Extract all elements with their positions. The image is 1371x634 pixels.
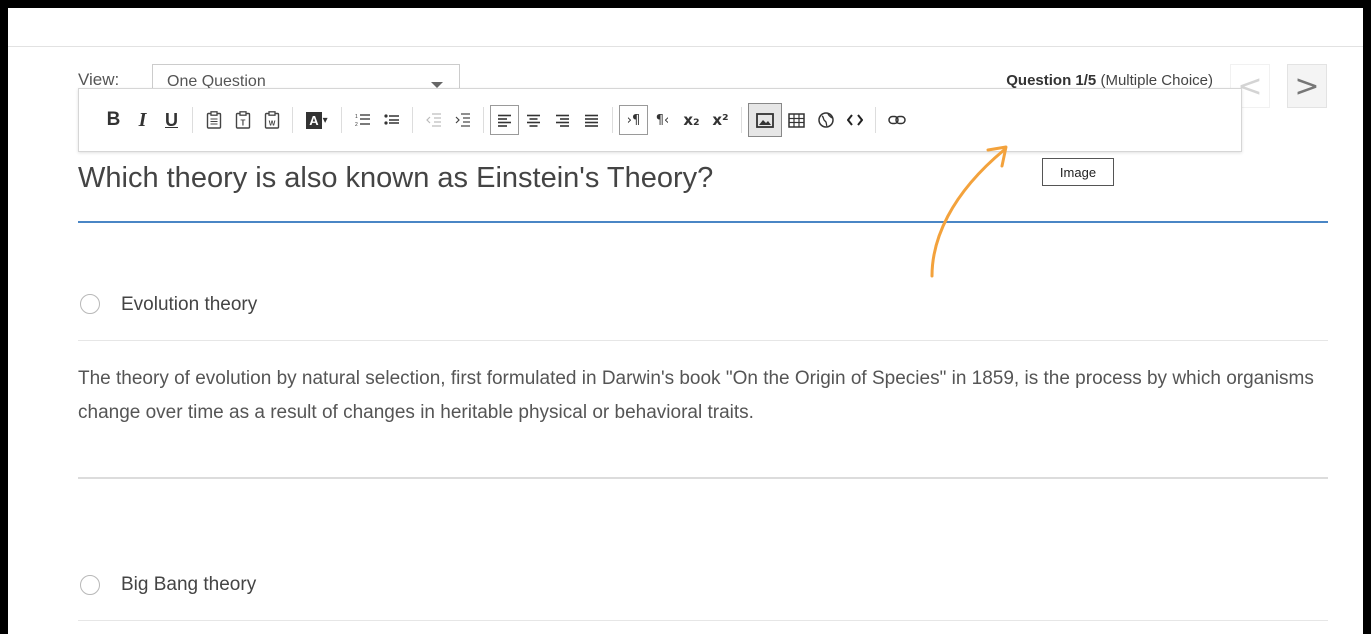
toolbar-divider bbox=[875, 107, 876, 133]
align-right-icon[interactable] bbox=[548, 105, 577, 135]
svg-text:W: W bbox=[268, 121, 275, 128]
align-left-icon[interactable] bbox=[490, 105, 519, 135]
svg-text:2: 2 bbox=[355, 122, 358, 128]
text-direction-rtl-icon[interactable]: ¶‹ bbox=[648, 105, 677, 135]
toolbar-divider bbox=[412, 107, 413, 133]
font-color-button[interactable]: A ▾ bbox=[299, 105, 335, 135]
chevron-right-icon: > bbox=[1294, 68, 1320, 104]
paste-icon[interactable] bbox=[199, 105, 228, 135]
answer-explanation: The theory of evolution by natural selec… bbox=[78, 368, 1314, 423]
bullet-list-icon[interactable] bbox=[377, 105, 406, 135]
toolbar-divider bbox=[741, 107, 742, 133]
question-underline bbox=[78, 221, 1328, 223]
toolbar-divider bbox=[341, 107, 342, 133]
paste-word-icon[interactable]: W bbox=[257, 105, 286, 135]
header-divider bbox=[8, 46, 1363, 47]
question-info: Question 1/5 (Multiple Choice) bbox=[1006, 72, 1213, 89]
toolbar-divider bbox=[483, 107, 484, 133]
image-icon[interactable] bbox=[748, 103, 782, 137]
answer-label: Big Bang theory bbox=[121, 574, 257, 595]
question-type: (Multiple Choice) bbox=[1100, 72, 1213, 89]
view-label: View: bbox=[78, 70, 120, 89]
align-center-icon[interactable] bbox=[519, 105, 548, 135]
indent-icon[interactable] bbox=[448, 105, 477, 135]
source-code-icon[interactable] bbox=[840, 105, 869, 135]
italic-button[interactable]: I bbox=[128, 105, 157, 135]
align-justify-icon[interactable] bbox=[577, 105, 606, 135]
explanation-divider bbox=[78, 477, 1328, 479]
globe-icon[interactable] bbox=[811, 105, 840, 135]
table-icon[interactable] bbox=[782, 105, 811, 135]
bold-button[interactable]: B bbox=[99, 105, 128, 135]
answer-radio[interactable] bbox=[80, 294, 100, 314]
answer-divider bbox=[78, 620, 1328, 621]
answer-radio[interactable] bbox=[80, 575, 100, 595]
answer-label: Evolution theory bbox=[121, 294, 258, 315]
svg-text:T: T bbox=[240, 119, 245, 128]
toolbar-divider bbox=[192, 107, 193, 133]
subscript-icon[interactable]: x₂ bbox=[677, 105, 706, 135]
paste-text-icon[interactable]: T bbox=[228, 105, 257, 135]
font-color-icon: A bbox=[306, 111, 322, 129]
next-question-button[interactable]: > bbox=[1287, 64, 1327, 108]
superscript-icon[interactable]: x² bbox=[706, 105, 735, 135]
underline-button[interactable]: U bbox=[157, 105, 186, 135]
numbered-list-icon[interactable]: 12 bbox=[348, 105, 377, 135]
question-number: Question 1/5 bbox=[1006, 72, 1097, 89]
svg-text:1: 1 bbox=[355, 114, 358, 120]
question-title[interactable]: Which theory is also known as Einstein's… bbox=[78, 162, 713, 195]
answer-divider bbox=[78, 340, 1328, 341]
editor-toolbar: B I U T W A ▾ 12 ›¶ ¶‹ x₂ x² bbox=[78, 88, 1242, 152]
image-tooltip: Image bbox=[1042, 158, 1114, 186]
text-direction-ltr-icon[interactable]: ›¶ bbox=[619, 105, 648, 135]
caret-down-icon: ▾ bbox=[322, 114, 328, 126]
toolbar-divider bbox=[292, 107, 293, 133]
link-icon[interactable] bbox=[882, 105, 911, 135]
outdent-icon[interactable] bbox=[419, 105, 448, 135]
toolbar-divider bbox=[612, 107, 613, 133]
